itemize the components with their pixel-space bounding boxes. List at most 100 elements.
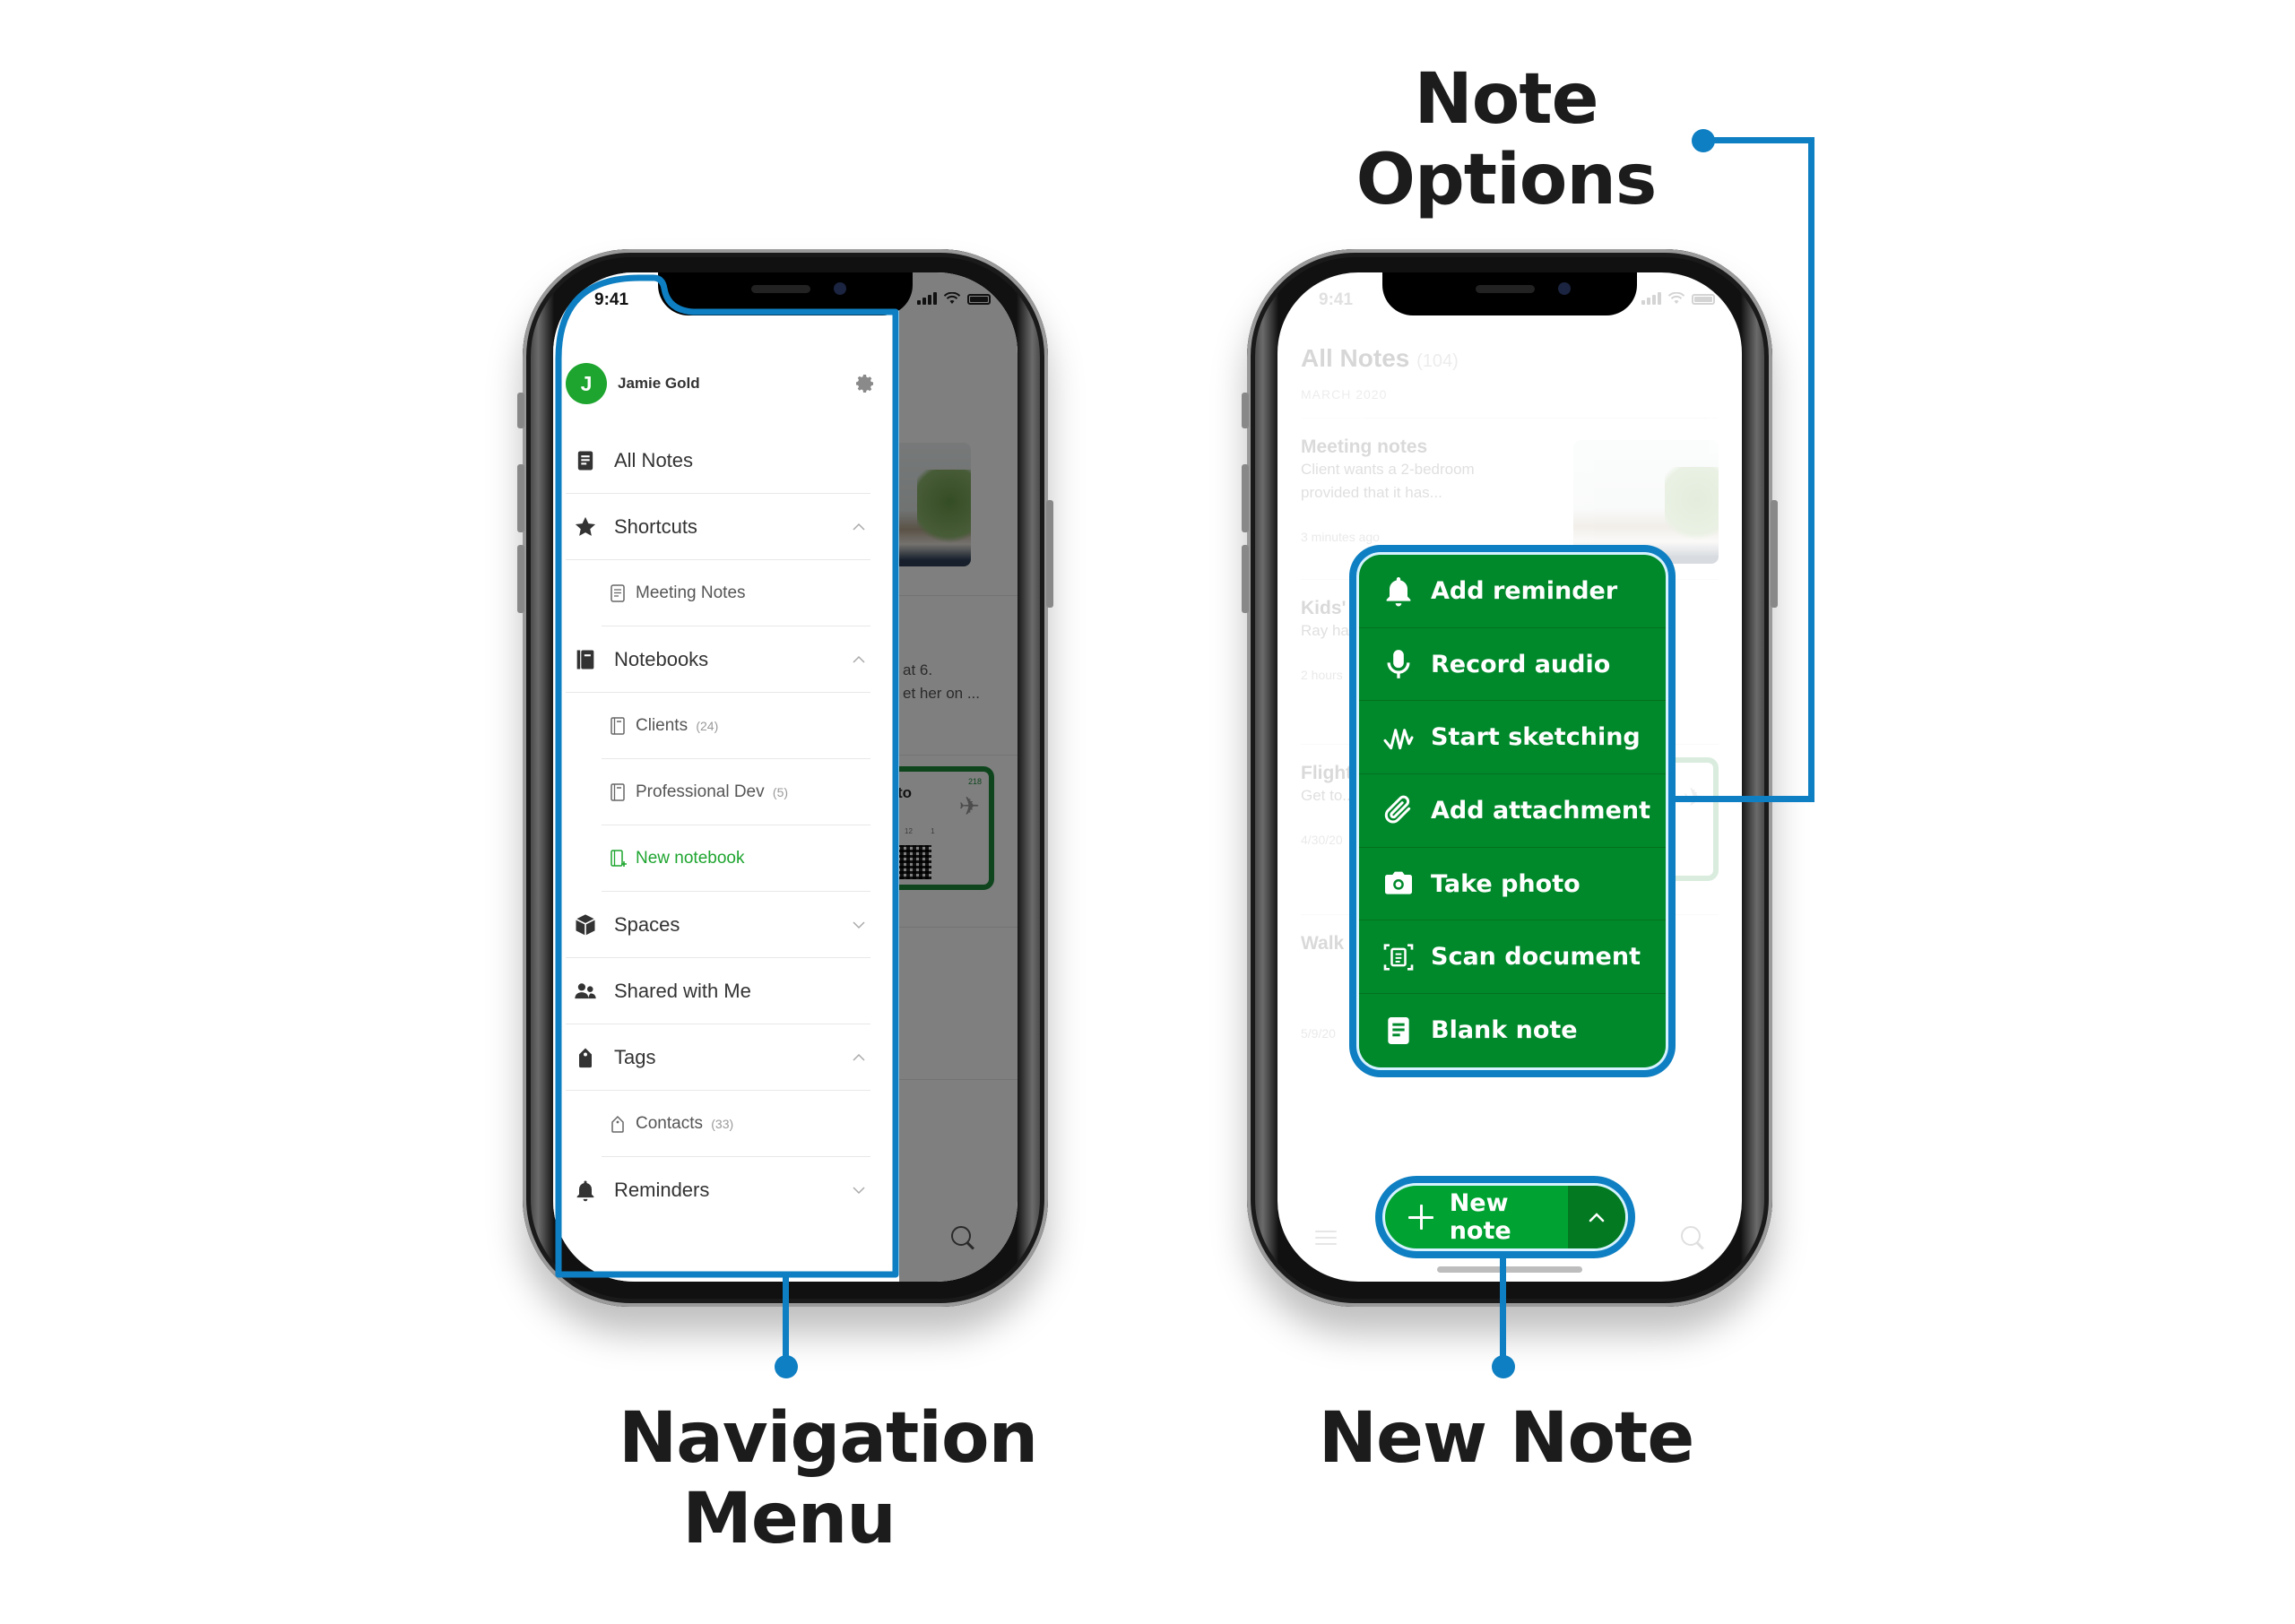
phone-left: at 6. et her on ... eed to E7 218 ✈ 1982… [517, 249, 1053, 1307]
note-options-text: Note Options [1355, 59, 1658, 220]
bell-icon [1386, 577, 1411, 607]
nav-item-professional-dev[interactable]: Professional Dev (5) [602, 759, 870, 825]
user-name: Jamie Gold [618, 375, 700, 392]
navigation-menu-callout-line [783, 1276, 789, 1366]
bell-icon [576, 1180, 594, 1202]
option-take-photo[interactable]: Take photo [1359, 848, 1666, 921]
hamburger-menu-icon[interactable] [1315, 1226, 1337, 1249]
notch [1382, 272, 1637, 315]
chevron-up-icon[interactable] [853, 1051, 865, 1064]
home-indicator [1437, 1266, 1582, 1273]
user-profile[interactable]: J Jamie Gold [566, 362, 879, 405]
option-blank-note[interactable]: Blank note [1359, 994, 1666, 1067]
note-options-label: Note Options [1327, 59, 1685, 220]
notebook-icon [576, 650, 594, 669]
option-scan-document[interactable]: Scan document [1359, 920, 1666, 995]
scan-icon [1383, 944, 1414, 971]
chevron-down-icon[interactable] [853, 919, 865, 931]
new-note-callout-line [1500, 1258, 1506, 1366]
signal-icon [917, 292, 937, 305]
new-note-button-group: New note [1385, 1186, 1625, 1248]
nav-label: Reminders [614, 1179, 710, 1201]
new-note-button-label: New note [1449, 1189, 1511, 1245]
volume-down-button [517, 545, 524, 613]
note-icon [1388, 1016, 1409, 1044]
star-icon [575, 516, 596, 536]
tag-icon [579, 1048, 592, 1067]
chevron-down-icon[interactable] [853, 1184, 865, 1196]
note-list-item[interactable]: Meeting notes Client wants a 2-bedroom p… [1301, 418, 1719, 564]
mute-switch [517, 393, 524, 428]
note-count: (104) [1416, 351, 1459, 371]
avatar[interactable]: J [566, 363, 607, 404]
battery-icon [1692, 294, 1715, 305]
page-title: All Notes (104) [1301, 344, 1459, 373]
note-thumbnail [1573, 440, 1719, 564]
chevron-up-icon[interactable] [853, 521, 865, 533]
new-notebook-icon [611, 849, 627, 867]
note-options-callout-line [1808, 137, 1814, 802]
gear-icon[interactable] [854, 373, 876, 394]
nav-item-new-notebook[interactable]: New notebook [602, 825, 870, 892]
nav-item-contacts[interactable]: Contacts (33) [602, 1091, 870, 1157]
wifi-icon [943, 292, 961, 304]
nav-label: Spaces [614, 912, 680, 936]
nav-label-text: Clients [636, 715, 688, 735]
option-record-audio[interactable]: Record audio [1359, 628, 1666, 702]
note-body: Client wants a 2-bedroom provided that i… [1301, 461, 1475, 501]
navigation-menu-label: Navigation Menu [556, 1398, 1038, 1559]
nav-item-clients[interactable]: Clients (24) [602, 693, 870, 759]
nav-item-reminders[interactable]: Reminders [566, 1157, 870, 1223]
sketch-icon [1383, 728, 1414, 749]
battery-icon [967, 294, 991, 305]
power-button [1046, 500, 1053, 608]
option-label: Start sketching [1431, 723, 1641, 752]
note-outline-icon [611, 583, 625, 602]
page-title-text: All Notes [1301, 344, 1410, 372]
option-add-reminder[interactable]: Add reminder [1359, 555, 1666, 628]
nav-label: Contacts (33) [636, 1114, 733, 1134]
option-start-sketching[interactable]: Start sketching [1359, 701, 1666, 775]
signal-icon [1641, 292, 1661, 305]
new-note-label: New Note [1291, 1398, 1721, 1479]
status-icons [1641, 292, 1715, 305]
nav-item-notebooks[interactable]: Notebooks [566, 626, 870, 693]
tag-outline-icon [611, 1115, 624, 1133]
status-icons [917, 292, 991, 305]
new-note-callout-dot [1492, 1355, 1515, 1378]
status-time: 9:41 [594, 290, 629, 309]
status-time: 9:41 [1319, 290, 1354, 309]
navigation-menu-text: Navigation Menu [619, 1398, 1038, 1559]
chevron-up-icon[interactable] [853, 653, 865, 666]
nav-item-shared-with-me[interactable]: Shared with Me [566, 958, 870, 1024]
nav-item-spaces[interactable]: Spaces [566, 892, 870, 958]
nav-count: (24) [696, 718, 719, 733]
nav-list: All Notes Shortcuts Meeting Notes Notebo… [566, 428, 870, 1223]
nav-label: Notebooks [614, 647, 709, 670]
notebook-outline-icon [611, 782, 625, 801]
nav-item-all-notes[interactable]: All Notes [566, 428, 870, 494]
nav-item-tags[interactable]: Tags [566, 1024, 870, 1091]
navigation-menu-callout-dot [775, 1355, 798, 1378]
option-label: Add attachment [1431, 796, 1651, 825]
volume-up-button [1242, 464, 1249, 532]
option-add-attachment[interactable]: Add attachment [1359, 774, 1666, 848]
nav-label-text: Contacts [636, 1113, 703, 1133]
notch [658, 272, 913, 315]
nav-item-shortcuts[interactable]: Shortcuts [566, 494, 870, 560]
paperclip-icon [1384, 796, 1411, 824]
new-note-button[interactable]: New note [1385, 1186, 1568, 1248]
nav-label: Tags [614, 1045, 656, 1068]
nav-label: Clients (24) [636, 716, 718, 736]
search-icon[interactable] [1681, 1226, 1706, 1251]
option-label: Take photo [1431, 869, 1581, 898]
nav-label: Shortcuts [614, 514, 697, 538]
nav-item-meeting-notes[interactable]: Meeting Notes [602, 560, 870, 626]
wifi-icon [1667, 292, 1685, 304]
nav-label: Shared with Me [614, 979, 751, 1002]
option-label: Record audio [1431, 650, 1611, 678]
nav-label-text: Professional Dev [636, 782, 765, 801]
nav-count: (5) [772, 784, 789, 799]
note-options-menu: Add reminder Record audio Start sketchin… [1359, 555, 1666, 1067]
nav-label: New notebook [636, 848, 745, 868]
